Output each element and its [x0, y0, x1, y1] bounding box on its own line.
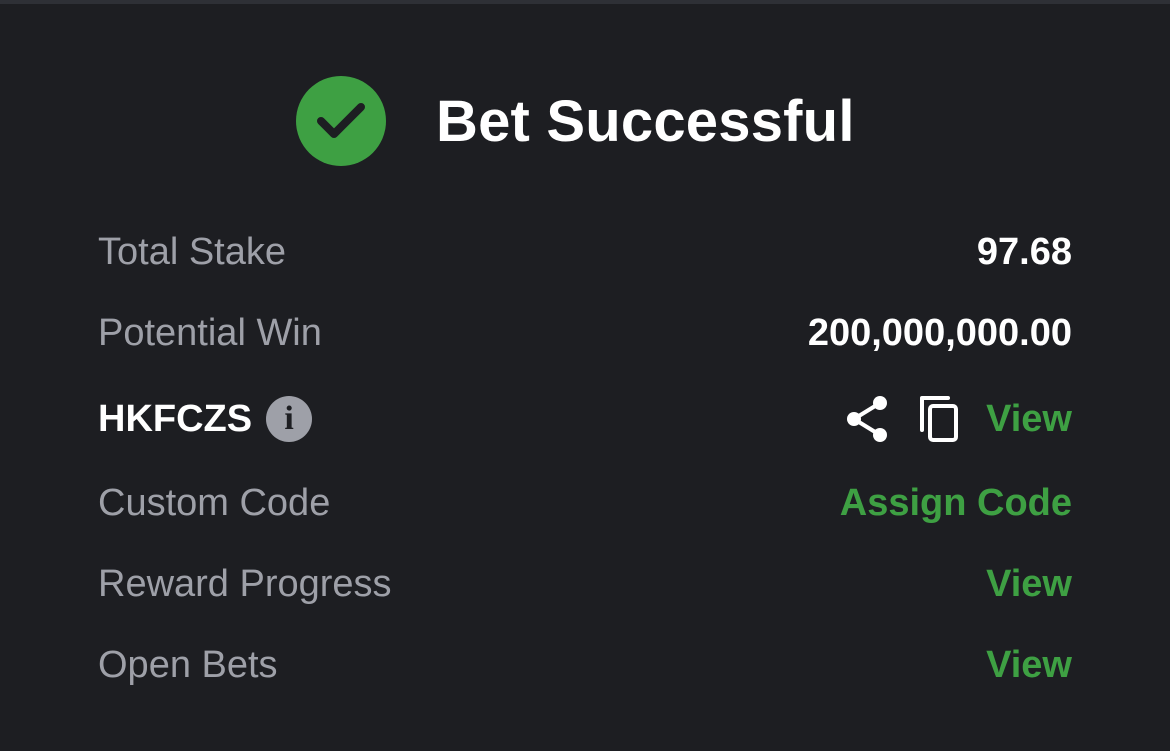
copy-icon[interactable]	[918, 394, 962, 444]
checkmark-circle-icon	[296, 76, 386, 166]
potential-win-row: Potential Win 200,000,000.00	[98, 303, 1072, 363]
bet-success-header: Bet Successful	[296, 76, 855, 166]
bet-code-actions: View	[844, 394, 1072, 444]
reward-progress-row: Reward Progress View	[98, 554, 1072, 614]
info-icon[interactable]: i	[266, 396, 313, 442]
share-icon[interactable]	[844, 394, 890, 444]
reward-progress-label: Reward Progress	[98, 562, 392, 605]
custom-code-label: Custom Code	[98, 481, 331, 524]
open-bets-label: Open Bets	[98, 643, 278, 686]
custom-code-row: Custom Code Assign Code	[98, 473, 1072, 533]
page-title: Bet Successful	[436, 88, 855, 154]
open-bets-row: Open Bets View	[98, 635, 1072, 695]
total-stake-value: 97.68	[976, 230, 1072, 273]
potential-win-value: 200,000,000.00	[807, 311, 1072, 354]
top-divider	[0, 0, 1170, 4]
view-reward-progress-link[interactable]: View	[986, 563, 1072, 606]
view-bet-link[interactable]: View	[986, 398, 1072, 441]
bet-code: HKFCZS	[98, 397, 253, 440]
view-open-bets-link[interactable]: View	[986, 644, 1072, 687]
total-stake-label: Total Stake	[98, 230, 286, 273]
bet-code-group: HKFCZS i	[98, 396, 313, 442]
potential-win-label: Potential Win	[98, 311, 322, 354]
assign-code-button[interactable]: Assign Code	[840, 482, 1072, 525]
bet-code-row: HKFCZS i View	[98, 389, 1072, 449]
total-stake-row: Total Stake 97.68	[98, 222, 1072, 282]
